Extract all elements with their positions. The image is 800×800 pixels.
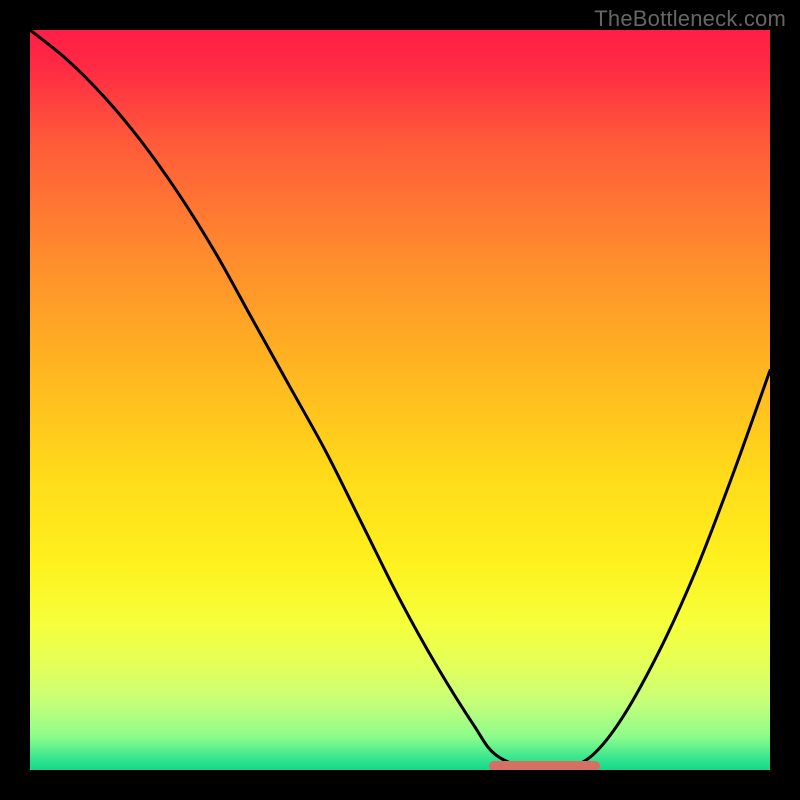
bottleneck-curve	[30, 30, 770, 770]
optimal-range-marker	[489, 761, 600, 770]
chart-stage: TheBottleneck.com	[0, 0, 800, 800]
plot-area	[30, 30, 770, 770]
watermark-text: TheBottleneck.com	[594, 6, 786, 32]
curve-path	[30, 30, 770, 770]
